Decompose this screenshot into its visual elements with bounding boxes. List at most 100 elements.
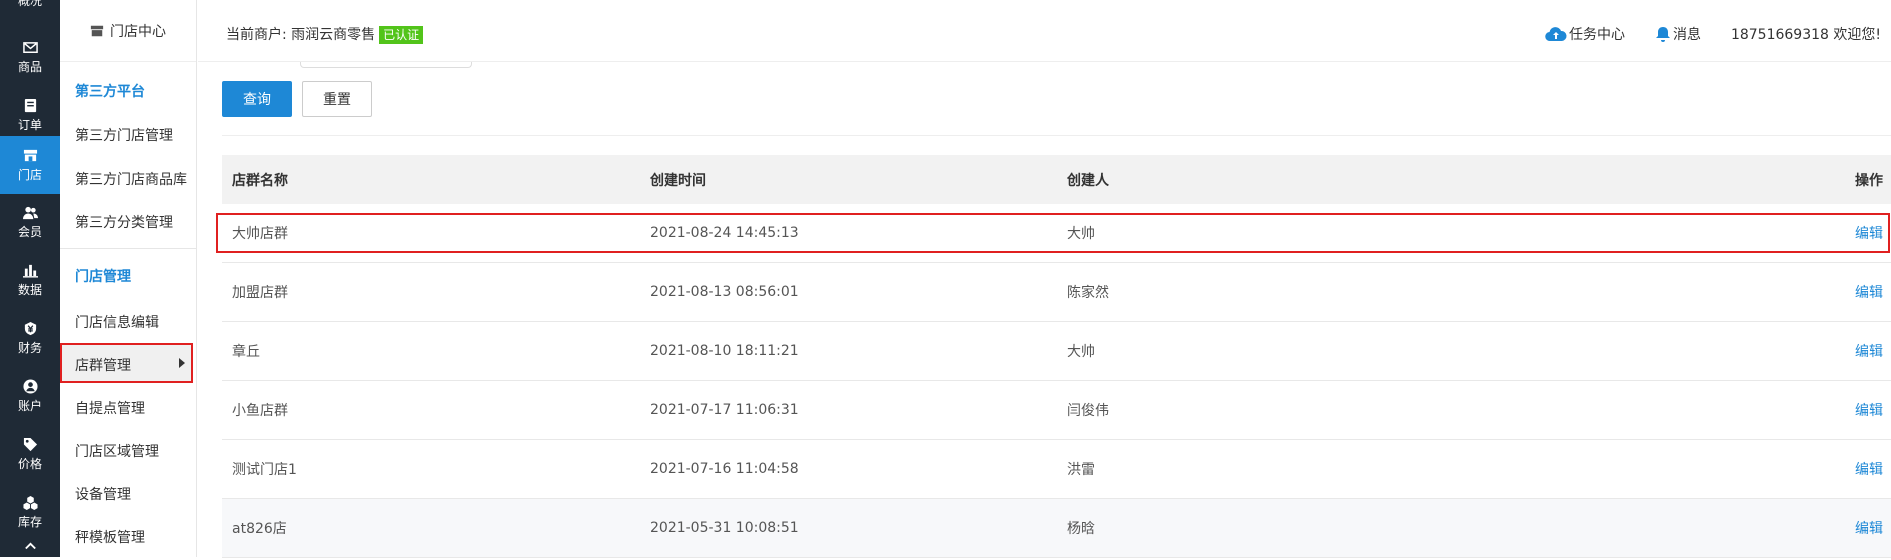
submenu-divider bbox=[60, 248, 196, 249]
nav-item-inventory[interactable]: 库存 bbox=[0, 483, 60, 541]
nav-label: 库存 bbox=[17, 515, 42, 529]
edit-link[interactable]: 编辑 bbox=[1855, 403, 1883, 419]
nav-item-stores[interactable]: 门店 bbox=[0, 136, 60, 194]
content-divider bbox=[222, 135, 1891, 136]
cell-name: 大帅店群 bbox=[232, 226, 288, 242]
main-nav: 概况 商品 订单 门店 会员 数据 财务 账户 价格 库存 bbox=[0, 0, 60, 557]
cell-created: 2021-07-16 11:04:58 bbox=[650, 461, 799, 477]
cell-creator: 洪雷 bbox=[1067, 462, 1095, 478]
messages-link[interactable]: 消息 bbox=[1655, 24, 1701, 44]
nav-label: 账户 bbox=[17, 399, 42, 413]
submenu-item-third-party-products[interactable]: 第三方门店商品库 bbox=[75, 169, 187, 189]
submenu-item-third-party-categories[interactable]: 第三方分类管理 bbox=[75, 212, 173, 232]
nav-label: 价格 bbox=[17, 457, 42, 471]
cell-created: 2021-08-10 18:11:21 bbox=[650, 343, 799, 359]
bell-icon bbox=[1655, 27, 1670, 42]
submenu-group-store-management: 门店管理 bbox=[75, 269, 131, 285]
cell-name: at826店 bbox=[232, 521, 287, 537]
order-icon bbox=[22, 97, 38, 113]
table-header: 店群名称 创建时间 创建人 操作 bbox=[222, 155, 1891, 204]
cell-creator: 大帅 bbox=[1067, 344, 1095, 360]
cell-created: 2021-08-13 08:56:01 bbox=[650, 284, 799, 300]
edit-link[interactable]: 编辑 bbox=[1855, 285, 1883, 301]
table-row: 小鱼店群 2021-07-17 11:06:31 闫俊伟 编辑 bbox=[222, 381, 1891, 440]
cell-created: 2021-08-24 14:45:13 bbox=[650, 225, 799, 241]
submenu: 门店中心 第三方平台 第三方门店管理 第三方门店商品库 第三方分类管理 门店管理… bbox=[60, 0, 197, 557]
cell-created: 2021-05-31 10:08:51 bbox=[650, 520, 799, 536]
chart-icon bbox=[22, 262, 38, 278]
cell-creator: 大帅 bbox=[1067, 226, 1095, 242]
members-icon bbox=[22, 204, 38, 220]
task-center-link[interactable]: 任务中心 bbox=[1545, 24, 1625, 44]
nav-label: 会员 bbox=[17, 225, 42, 239]
nav-item-members[interactable]: 会员 bbox=[0, 193, 60, 251]
user-welcome[interactable]: 18751669318 欢迎您! bbox=[1731, 24, 1881, 44]
col-header-created: 创建时间 bbox=[650, 172, 706, 189]
nav-label: 财务 bbox=[17, 341, 42, 355]
table-row: at826店 2021-05-31 10:08:51 杨晗 编辑 bbox=[222, 499, 1891, 558]
mail-icon bbox=[22, 39, 38, 55]
nav-label: 数据 bbox=[17, 283, 42, 297]
account-icon bbox=[22, 378, 38, 394]
edit-link[interactable]: 编辑 bbox=[1855, 521, 1883, 537]
col-header-creator: 创建人 bbox=[1067, 172, 1109, 189]
nav-item-account[interactable]: 账户 bbox=[0, 367, 60, 425]
edit-link[interactable]: 编辑 bbox=[1855, 344, 1883, 360]
caret-right-icon bbox=[179, 358, 185, 368]
task-center-label: 任务中心 bbox=[1568, 27, 1625, 43]
filter-input[interactable] bbox=[300, 62, 472, 68]
nav-item-data[interactable]: 数据 bbox=[0, 251, 60, 309]
nav-item-finance[interactable]: 财务 bbox=[0, 309, 60, 367]
verified-badge: 已认证 bbox=[379, 26, 424, 44]
submenu-group-third-party: 第三方平台 bbox=[75, 84, 145, 100]
finance-icon bbox=[22, 320, 38, 336]
submenu-item-store-regions[interactable]: 门店区域管理 bbox=[75, 441, 159, 461]
nav-label: 商品 bbox=[17, 60, 42, 74]
submenu-item-store-info[interactable]: 门店信息编辑 bbox=[75, 312, 159, 332]
cloud-upload-icon bbox=[1545, 27, 1567, 42]
cell-creator: 闫俊伟 bbox=[1067, 403, 1109, 419]
edit-link[interactable]: 编辑 bbox=[1855, 226, 1883, 242]
reset-button[interactable]: 重置 bbox=[302, 81, 372, 117]
messages-label: 消息 bbox=[1672, 27, 1701, 43]
cell-name: 章丘 bbox=[232, 344, 260, 360]
table-row: 测试门店1 2021-07-16 11:04:58 洪雷 编辑 bbox=[222, 440, 1891, 499]
submenu-item-devices[interactable]: 设备管理 bbox=[75, 484, 131, 504]
col-header-action: 操作 bbox=[1855, 172, 1883, 189]
submenu-item-store-groups[interactable]: 店群管理 bbox=[60, 343, 193, 383]
edit-link[interactable]: 编辑 bbox=[1855, 462, 1883, 478]
submenu-item-third-party-stores[interactable]: 第三方门店管理 bbox=[75, 125, 173, 145]
tag-icon bbox=[22, 436, 38, 452]
submenu-item-label: 店群管理 bbox=[75, 358, 131, 374]
cell-name: 加盟店群 bbox=[232, 285, 288, 301]
submenu-item-scale-templates[interactable]: 秤模板管理 bbox=[75, 527, 145, 547]
cell-creator: 杨晗 bbox=[1067, 521, 1095, 537]
nav-label: 订单 bbox=[17, 118, 42, 132]
submenu-title: 门店中心 bbox=[110, 23, 166, 40]
cell-name: 测试门店1 bbox=[232, 462, 297, 478]
welcome-text: 18751669318 欢迎您! bbox=[1730, 27, 1881, 43]
nav-label: 门店 bbox=[17, 168, 42, 182]
more-icon bbox=[22, 541, 38, 557]
nav-item-price[interactable]: 价格 bbox=[0, 425, 60, 483]
nav-item-products[interactable]: 商品 bbox=[0, 28, 60, 86]
submenu-item-pickup-points[interactable]: 自提点管理 bbox=[75, 398, 145, 418]
col-header-name: 店群名称 bbox=[232, 172, 288, 189]
cell-created: 2021-07-17 11:06:31 bbox=[650, 402, 799, 418]
nav-item-more[interactable] bbox=[0, 540, 60, 560]
header-actions: 任务中心 消息 18751669318 欢迎您! bbox=[1515, 24, 1881, 44]
store-group-table: 店群名称 创建时间 创建人 操作 大帅店群 2021-08-24 14:45:1… bbox=[222, 155, 1891, 558]
table-row: 章丘 2021-08-10 18:11:21 大帅 编辑 bbox=[222, 322, 1891, 381]
merchant-label: 当前商户: 雨润云商零售 bbox=[226, 27, 376, 43]
current-merchant: 当前商户: 雨润云商零售 已认证 bbox=[226, 24, 424, 44]
nav-item-overview[interactable]: 概况 bbox=[0, 0, 60, 9]
cell-name: 小鱼店群 bbox=[232, 403, 288, 419]
top-bar: 当前商户: 雨润云商零售 已认证 任务中心 消息 18751669318 欢迎您! bbox=[198, 0, 1891, 62]
cell-creator: 陈家然 bbox=[1067, 285, 1109, 301]
store-icon bbox=[90, 25, 104, 36]
query-button[interactable]: 查询 bbox=[222, 81, 292, 117]
store-icon bbox=[22, 147, 38, 163]
table-row: 加盟店群 2021-08-13 08:56:01 陈家然 编辑 bbox=[222, 263, 1891, 322]
table-row: 大帅店群 2021-08-24 14:45:13 大帅 编辑 bbox=[222, 204, 1891, 263]
submenu-header: 门店中心 bbox=[60, 0, 196, 62]
